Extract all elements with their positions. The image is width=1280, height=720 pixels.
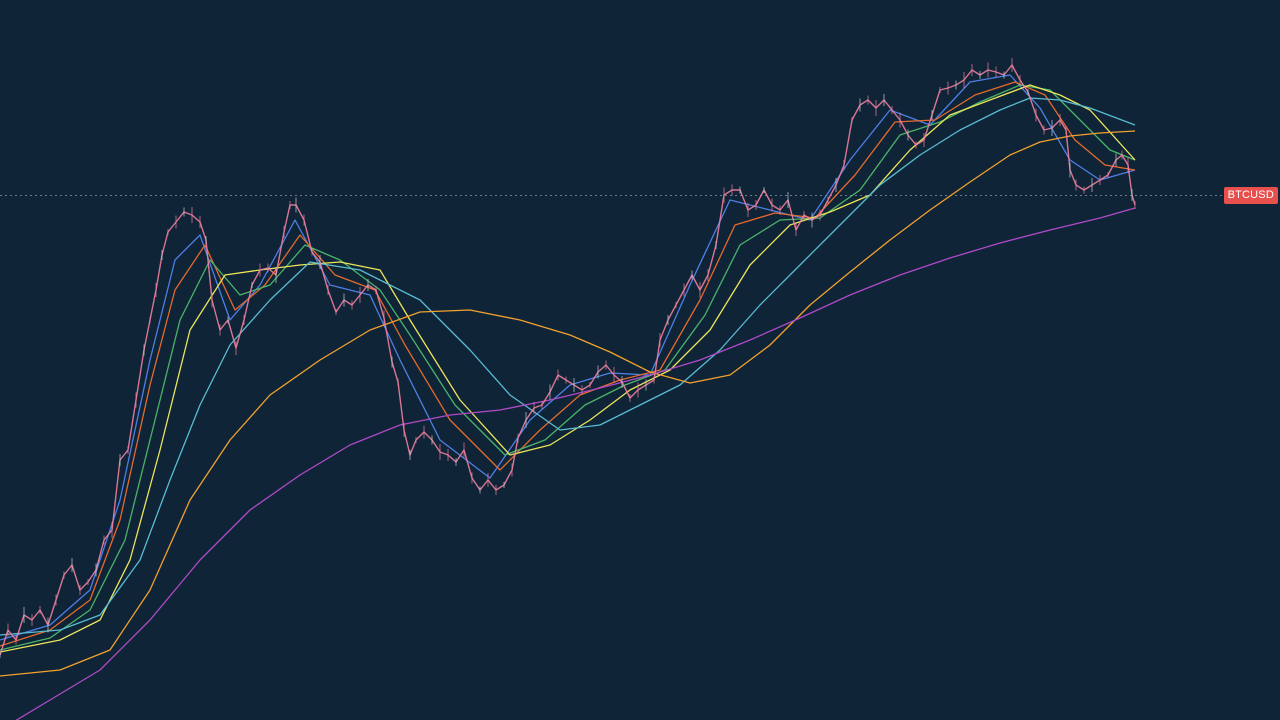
moving-averages <box>0 74 1136 720</box>
moving-average-line-5 <box>0 97 1136 636</box>
moving-average-line-7 <box>15 207 1136 720</box>
symbol-price-label: BTCUSD <box>1223 187 1278 204</box>
chart-canvas: BTCUSD <box>0 0 1280 720</box>
moving-average-line-3 <box>0 84 1136 651</box>
moving-average-line-6 <box>0 130 1136 677</box>
moving-average-line-4 <box>0 84 1136 653</box>
moving-average-line-2 <box>0 81 1136 647</box>
price-chart <box>0 58 1224 720</box>
